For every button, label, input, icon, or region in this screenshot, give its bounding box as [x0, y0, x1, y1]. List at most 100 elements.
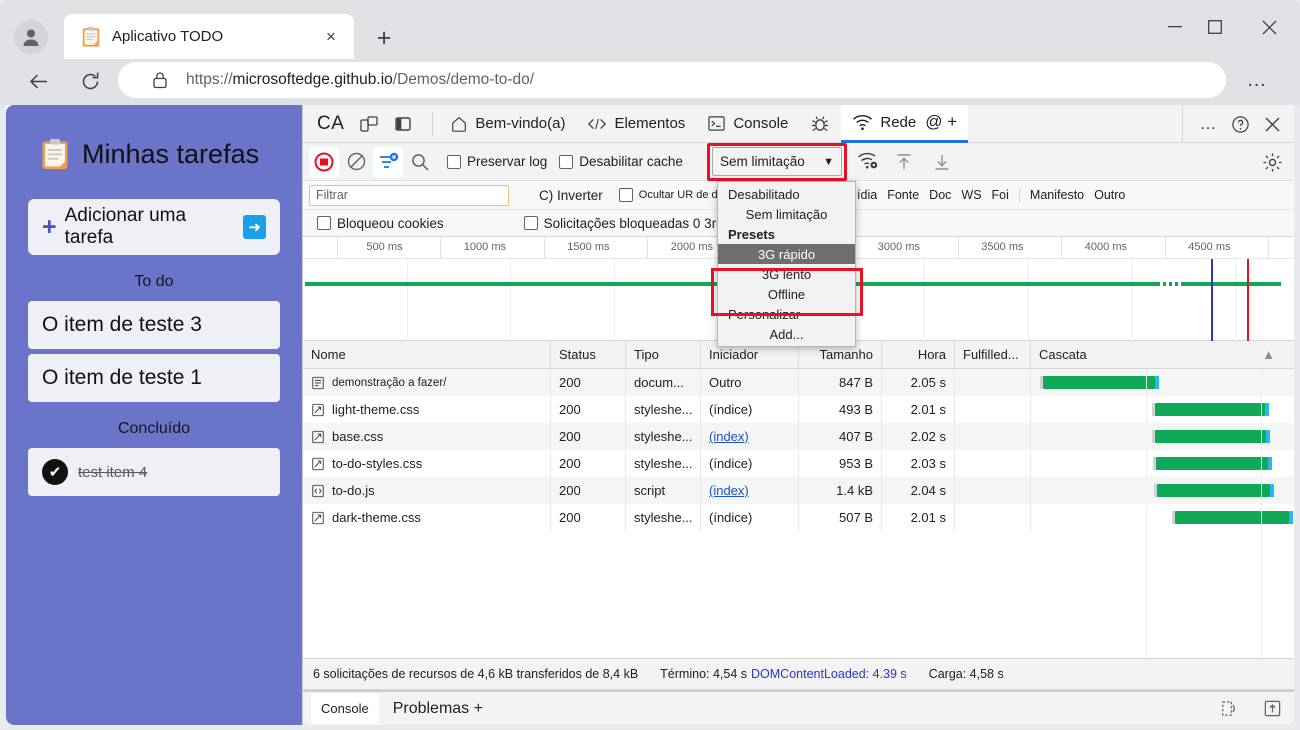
filter-chip-foi[interactable]: Foi	[992, 188, 1009, 202]
cell-name-text: light-theme.css	[332, 402, 420, 417]
address-bar[interactable]: https://microsoftedge.github.io/Demos/de…	[118, 62, 1226, 98]
cell-status-text: 200	[559, 510, 581, 525]
clear-button[interactable]	[341, 147, 371, 177]
cell-time-text: 2.04 s	[910, 483, 946, 498]
devtools-tab-console[interactable]: Console	[696, 105, 799, 143]
window-close-button[interactable]	[1246, 10, 1292, 44]
more-options-icon[interactable]: …	[1193, 109, 1223, 139]
drawer-tab-console[interactable]: Console	[311, 693, 379, 724]
filter-chip-manifesto[interactable]: Manifesto	[1030, 188, 1084, 202]
waterfall-bar	[1157, 484, 1270, 497]
cell-initiator[interactable]: (index)	[701, 423, 799, 450]
timeline-tick: 5	[1268, 237, 1294, 259]
throttling-dropdown[interactable]: Sem limitação ▼	[712, 147, 842, 176]
devices-icon[interactable]	[1213, 694, 1243, 724]
menu-item[interactable]: Add...	[718, 324, 855, 344]
cell-status: 200	[551, 423, 626, 450]
cell-initiator-text[interactable]: (index)	[709, 483, 749, 498]
network-conditions-icon[interactable]	[853, 147, 883, 177]
help-icon[interactable]	[1225, 109, 1255, 139]
add-task-button[interactable]: + Adicionar uma tarefa ➜	[28, 199, 280, 255]
load-marker	[1247, 259, 1249, 341]
blocked-cookies-checkbox[interactable]: Bloqueou cookies	[317, 216, 444, 231]
todo-list-item[interactable]: O item de teste 3	[28, 301, 280, 349]
column-header-label: Tipo	[634, 347, 659, 362]
column-header-label: Hora	[917, 347, 946, 362]
browser-more-button[interactable]: …	[1242, 66, 1272, 94]
dock-side-icon[interactable]	[388, 109, 418, 139]
cell-initiator-text: (índice)	[709, 510, 753, 525]
device-toolbar-icon[interactable]	[354, 109, 384, 139]
cell-size-text: 953 B	[839, 456, 873, 471]
cell-status: 200	[551, 504, 626, 531]
devtools-tab-elements[interactable]: Elementos	[576, 105, 696, 143]
search-button[interactable]	[405, 147, 435, 177]
throttling-menu[interactable]: Desabilitado Sem limitação Presets 3G rápid…	[717, 181, 856, 347]
summary-finish: Término: 4,54 s	[660, 667, 748, 681]
devtools-brand: CA	[317, 112, 345, 134]
timeline-gridline	[1234, 259, 1236, 341]
drawer-tab-issues[interactable]: Problemas +	[383, 694, 493, 724]
preserve-log-checkbox[interactable]: Preservar log	[447, 154, 547, 169]
filter-chip-fonte[interactable]: Fonte	[887, 188, 919, 202]
menu-item[interactable]: Desabilitado	[718, 184, 855, 204]
waterfall-download-segment	[1266, 430, 1270, 443]
blocked-requests-label: Solicitações bloqueadas 0 3rd-pa	[543, 215, 744, 231]
profile-avatar[interactable]	[14, 20, 48, 54]
filter-input[interactable]: Filtrar	[309, 184, 509, 206]
filter-button[interactable]	[373, 146, 403, 177]
window-maximize-button[interactable]	[1192, 10, 1238, 44]
disable-cache-label: Desabilitar cache	[579, 154, 683, 169]
back-button[interactable]	[20, 63, 56, 99]
invert-label[interactable]: C) Inverter	[539, 188, 603, 203]
import-har-icon[interactable]	[889, 147, 919, 177]
filter-chip-ws[interactable]: WS	[961, 188, 981, 202]
column-header-status[interactable]: Status	[551, 340, 626, 369]
cell-fulfilled	[955, 450, 1031, 477]
cell-initiator[interactable]: (index)	[701, 477, 799, 504]
menu-item[interactable]: Sem limitação	[718, 204, 855, 224]
menu-item[interactable]: Personalizar	[718, 304, 855, 324]
export-icon[interactable]	[1257, 694, 1287, 724]
menu-item[interactable]: Offline	[718, 284, 855, 304]
filter-chip-doc[interactable]: Doc	[929, 188, 951, 202]
todo-app-title: Minhas tarefas	[40, 137, 280, 171]
column-header-fulfilled[interactable]: Fulfilled...	[955, 340, 1031, 369]
menu-item[interactable]: 3G lento	[718, 264, 855, 284]
export-har-icon[interactable]	[927, 147, 957, 177]
close-devtools-icon[interactable]	[1257, 109, 1287, 139]
reload-button[interactable]	[72, 63, 108, 99]
timeline-gridline	[613, 259, 615, 341]
cell-initiator-text[interactable]: (index)	[709, 429, 749, 444]
browser-tab[interactable]: Aplicativo TODO ×	[64, 14, 354, 59]
record-button[interactable]	[309, 146, 339, 177]
column-header-hora[interactable]: Hora	[882, 340, 955, 369]
settings-icon[interactable]	[1257, 147, 1287, 177]
home-icon	[452, 116, 467, 132]
filter-chip-outro[interactable]: Outro	[1094, 188, 1125, 202]
todo-item-label: O item de teste 1	[42, 366, 202, 389]
cell-time-text: 2.01 s	[910, 510, 946, 525]
cell-type-text: docum...	[634, 375, 684, 390]
menu-section-header: Presets	[728, 226, 775, 242]
devtools-tab-welcome[interactable]: Bem-vindo(a)	[439, 105, 576, 143]
blocked-requests-checkbox[interactable]: Solicitações bloqueadas 0 3rd-pa	[523, 215, 744, 231]
tab-close-icon[interactable]: ×	[318, 24, 344, 50]
devtools-tab-debugger[interactable]	[799, 105, 841, 143]
stylesheet-icon	[312, 403, 324, 416]
new-tab-button[interactable]: +	[368, 22, 400, 54]
sort-ascending-icon[interactable]: ▲	[1262, 347, 1275, 362]
cell-fulfilled	[955, 423, 1031, 450]
enter-arrow-icon[interactable]: ➜	[243, 215, 266, 239]
done-list-item[interactable]: ✔ test item 4	[28, 448, 280, 496]
column-header-nome[interactable]: Nome	[303, 340, 551, 369]
column-header-cascata[interactable]: Cascata ▲	[1031, 341, 1294, 369]
done-section-heading: Concluído	[117, 420, 191, 437]
menu-item[interactable]: 3G rápido	[718, 244, 855, 264]
devtools-tab-network[interactable]: Rede @ +	[841, 105, 969, 143]
check-icon: ✔	[42, 459, 68, 485]
todo-list-item[interactable]: O item de teste 1	[28, 354, 280, 402]
column-header-tipo[interactable]: Tipo	[626, 340, 701, 369]
disable-cache-checkbox[interactable]: Desabilitar cache	[559, 154, 683, 169]
browser-window: Aplicativo TODO × + https://microsoftedg…	[0, 0, 1300, 730]
